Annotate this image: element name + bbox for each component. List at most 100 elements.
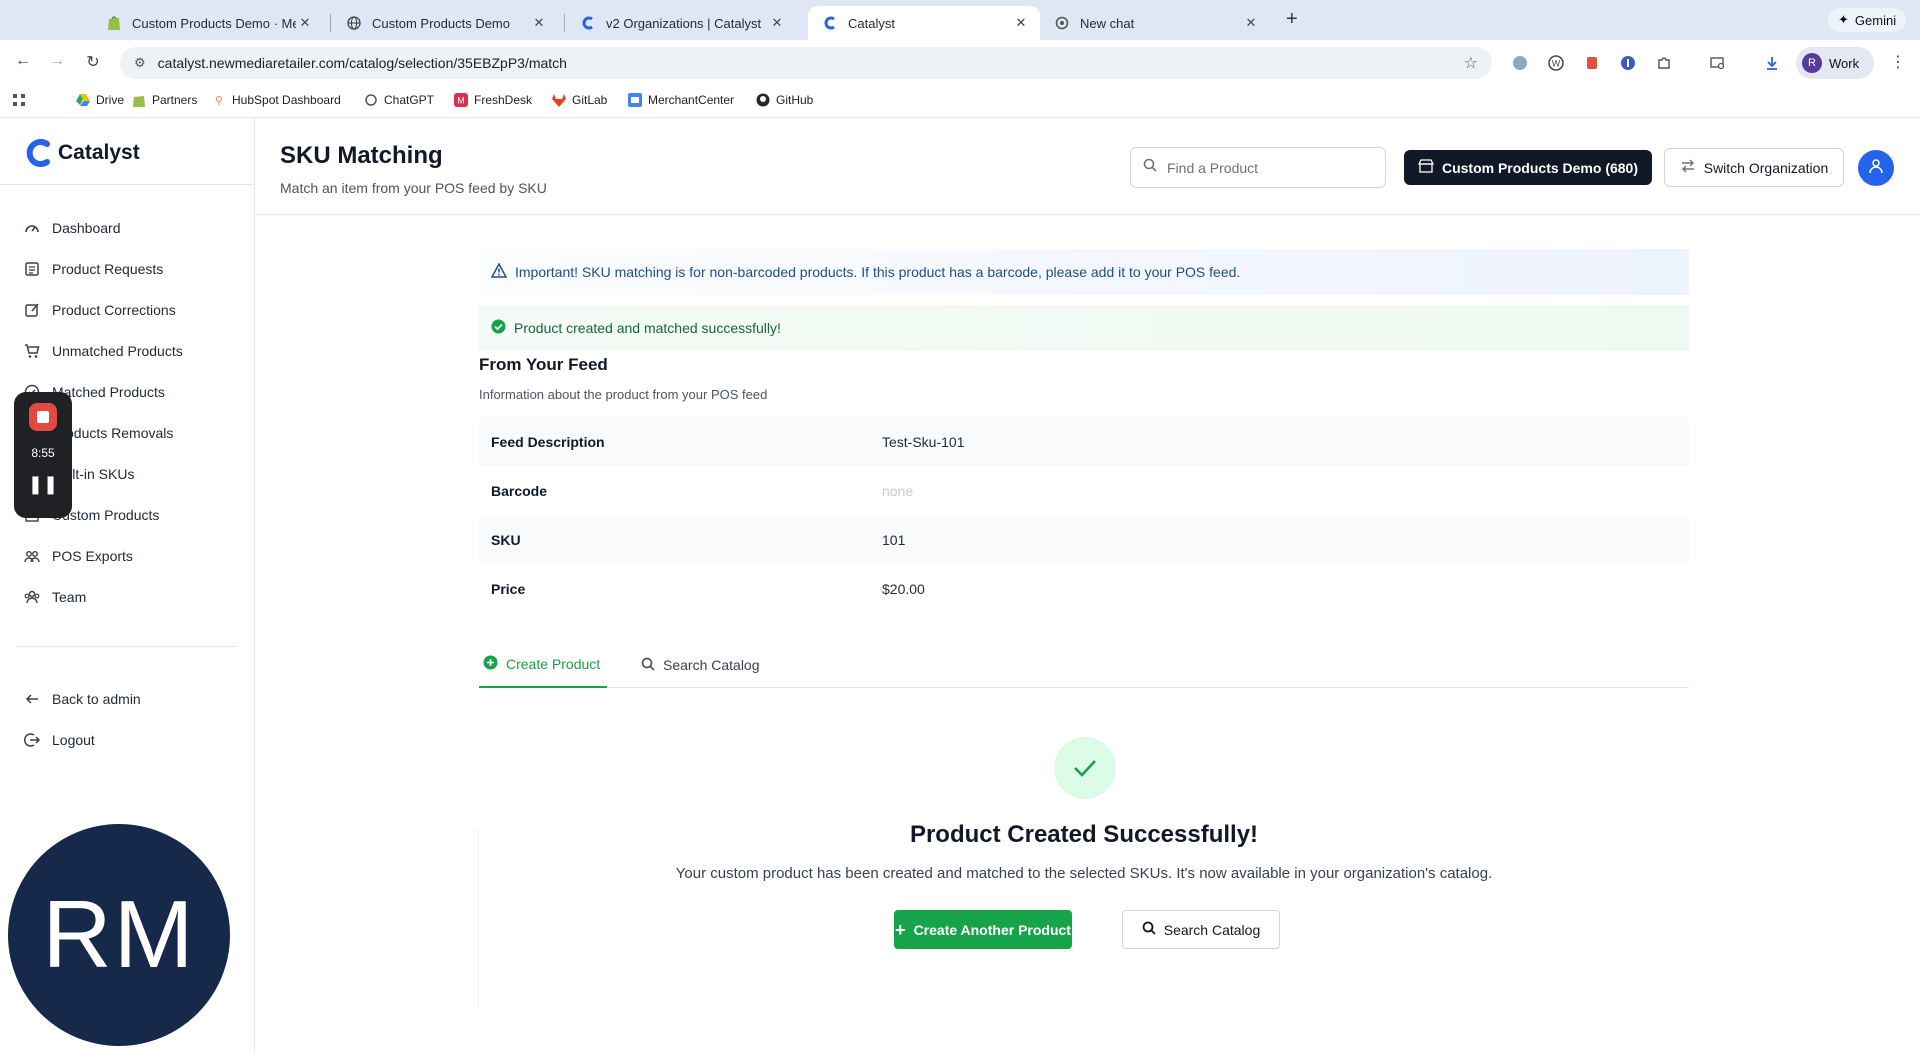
logout-link[interactable]: Logout [24, 729, 95, 751]
bookmark-gitlab[interactable]: GitLab [552, 93, 607, 107]
svg-text:M: M [457, 96, 465, 106]
stop-icon [37, 411, 49, 423]
sidebar-divider [16, 646, 238, 647]
extension-1-icon[interactable] [1510, 53, 1530, 73]
cart-icon [24, 343, 40, 359]
tab-label: Custom Products Demo · Me [132, 15, 296, 31]
apps-grid-icon[interactable] [12, 93, 26, 107]
product-tabs: Create Product Search Catalog [479, 642, 1689, 688]
tab-label: New chat [1080, 15, 1135, 31]
search-input[interactable] [1167, 159, 1367, 176]
gitlab-icon [552, 93, 566, 107]
tab-close-icon[interactable]: ✕ [1012, 15, 1030, 31]
dashboard-icon [24, 220, 40, 236]
password-manager-extension-icon[interactable] [1618, 53, 1638, 73]
tab-create-product[interactable]: Create Product [479, 642, 607, 688]
sidebar-item-dashboard[interactable]: Dashboard [24, 217, 121, 239]
bookmark-star-icon[interactable]: ☆ [1464, 53, 1478, 73]
browser-tab-1[interactable]: Custom Products Demo · Me ✕ [92, 6, 324, 40]
shopify-favicon-icon [106, 15, 122, 31]
new-tab-icon[interactable]: + [1286, 8, 1298, 31]
url-text: catalyst.newmediaretailer.com/catalog/se… [157, 55, 567, 71]
webcam-avatar: RM [8, 824, 230, 1046]
pause-icon[interactable]: ❚❚ [14, 474, 72, 495]
bookmark-drive[interactable]: Drive [76, 93, 124, 107]
page-header: SKU Matching Match an item from your POS… [256, 118, 1920, 215]
tab-close-icon[interactable]: ✕ [296, 15, 314, 31]
browser-profile-button[interactable]: R Work [1796, 47, 1874, 79]
browser-tab-5[interactable]: New chat ✕ [1040, 6, 1270, 40]
downloads-icon[interactable] [1762, 53, 1782, 73]
team-icon [24, 589, 40, 605]
extension-red-icon[interactable] [1582, 53, 1602, 73]
tab-search-catalog-label: Search Catalog [663, 657, 760, 673]
stop-recording-button[interactable] [29, 403, 57, 431]
sidebar-item-pos-exports[interactable]: POS Exports [24, 545, 133, 567]
list-icon [24, 261, 40, 277]
switch-organization-button[interactable]: Switch Organization [1664, 148, 1844, 187]
wordpress-extension-icon[interactable]: W [1546, 53, 1566, 73]
plus-icon: + [895, 919, 906, 940]
tab-search-icon[interactable] [1708, 53, 1728, 73]
tab-search-catalog[interactable]: Search Catalog [641, 642, 781, 688]
tab-label: v2 Organizations | Catalyst [606, 15, 762, 31]
success-alert: Product created and matched successfully… [479, 305, 1689, 351]
profile-label: Work [1829, 55, 1860, 71]
back-arrow-icon[interactable]: ← [12, 52, 34, 70]
svg-text:W: W [1552, 59, 1561, 69]
tab-label: Custom Products Demo [372, 15, 510, 31]
sku-value: 101 [882, 531, 906, 548]
table-row: Barcode none [479, 466, 1689, 515]
success-check-icon [1054, 737, 1116, 799]
browser-tab-3[interactable]: v2 Organizations | Catalyst ✕ [566, 6, 796, 40]
catalyst-logo-icon [26, 139, 50, 167]
info-alert: Important! SKU matching is for non-barco… [479, 249, 1689, 295]
organization-label: Custom Products Demo (680) [1441, 159, 1639, 176]
search-catalog-button[interactable]: Search Catalog [1122, 910, 1280, 949]
bookmarks-bar: Drive Partners ⚲ HubSpot Dashboard ChatGP… [0, 86, 1920, 118]
organization-button[interactable]: Custom Products Demo (680) [1404, 150, 1652, 185]
recording-timer: 8:55 [31, 446, 55, 460]
back-to-admin-link[interactable]: Back to admin [24, 688, 141, 710]
reload-icon[interactable]: ↻ [82, 52, 104, 72]
bookmark-partners[interactable]: Partners [132, 93, 197, 107]
sidebar-item-product-requests[interactable]: Product Requests [24, 258, 163, 280]
brand-logo[interactable]: Catalyst [26, 138, 140, 168]
tab-separator [564, 14, 565, 32]
merchantcenter-icon [628, 93, 642, 107]
bookmark-chatgpt[interactable]: ChatGPT [364, 93, 434, 107]
success-description: Your custom product has been created and… [675, 865, 1493, 882]
bookmark-freshdesk[interactable]: M FreshDesk [454, 93, 532, 107]
sidebar-item-unmatched-products[interactable]: Unmatched Products [24, 340, 183, 362]
forward-arrow-icon[interactable]: → [46, 52, 68, 70]
gemini-button[interactable]: ✦ Gemini [1828, 8, 1907, 32]
tab-close-icon[interactable]: ✕ [768, 15, 786, 31]
catalyst-favicon-icon [580, 15, 596, 31]
feed-section-title: From Your Feed [479, 355, 608, 374]
tab-close-icon[interactable]: ✕ [1242, 15, 1260, 31]
barcode-label: Barcode [491, 482, 548, 499]
url-bar[interactable]: ⚙ catalyst.newmediaretailer.com/catalog/… [120, 47, 1492, 79]
user-menu-button[interactable] [1858, 150, 1894, 186]
tab-close-icon[interactable]: ✕ [530, 15, 548, 31]
extensions-puzzle-icon[interactable] [1654, 53, 1674, 73]
bookmark-merchantcenter[interactable]: MerchantCenter [628, 93, 734, 107]
product-search[interactable] [1130, 147, 1386, 188]
sidebar-item-team[interactable]: Team [24, 586, 86, 608]
sidebar-item-product-corrections[interactable]: Product Corrections [24, 299, 176, 321]
create-another-product-button[interactable]: + Create Another Product [894, 910, 1072, 949]
feed-description-value: Test-Sku-101 [882, 433, 965, 450]
search-catalog-label: Search Catalog [1163, 921, 1261, 938]
bookmark-github[interactable]: GitHub [756, 93, 813, 107]
browser-tab-4-active[interactable]: Catalyst ✕ [808, 6, 1040, 40]
page-subtitle: Match an item from your POS feed by SKU [280, 180, 547, 196]
bookmark-hubspot[interactable]: ⚲ HubSpot Dashboard [212, 93, 341, 107]
site-info-icon[interactable]: ⚙ [134, 55, 146, 71]
chatgpt-icon [364, 93, 378, 107]
check-circle-icon [491, 319, 506, 337]
browser-menu-icon[interactable]: ⋮ [1890, 52, 1906, 72]
success-alert-text: Product created and matched successfully… [514, 320, 781, 336]
store-icon [1417, 159, 1435, 176]
browser-tab-2[interactable]: Custom Products Demo ✕ [332, 6, 558, 40]
switch-organization-label: Switch Organization [1703, 159, 1829, 176]
